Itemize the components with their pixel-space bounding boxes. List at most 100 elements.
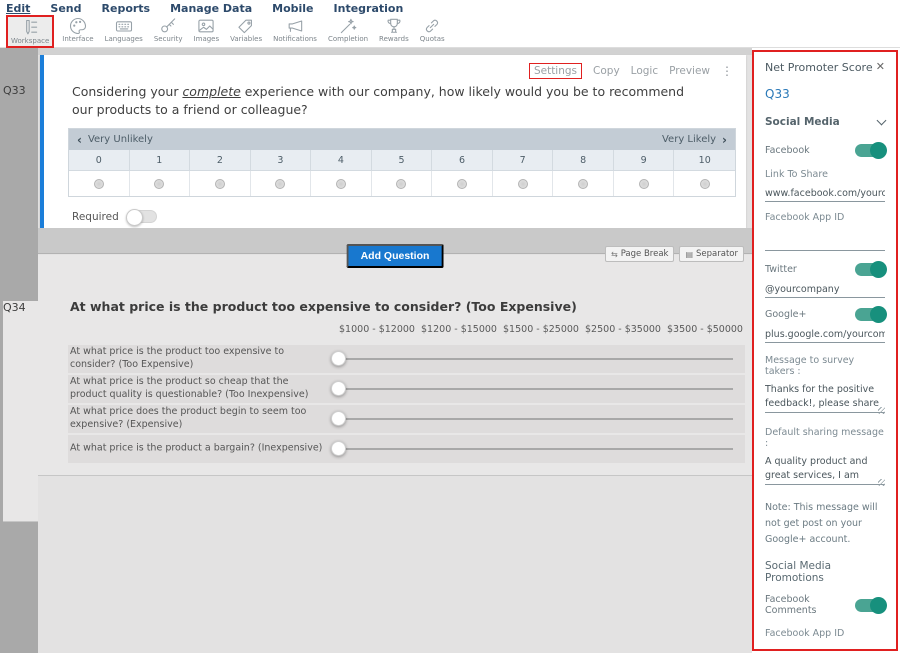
toolbar-item-label: Interface: [62, 35, 93, 43]
slider-handle-icon[interactable]: [331, 351, 346, 366]
toolbar-item-images[interactable]: Images: [191, 15, 223, 44]
logic-button[interactable]: Logic: [631, 65, 658, 77]
toolbar-item-security[interactable]: Security: [151, 15, 186, 44]
separator-button[interactable]: ▤Separator: [679, 246, 744, 262]
google-plus-input[interactable]: [765, 327, 885, 343]
google-row: Google+: [765, 308, 885, 321]
radio-icon: [639, 179, 649, 189]
q33-question-text[interactable]: Considering your complete experience wit…: [72, 83, 706, 119]
nps-radio[interactable]: [553, 171, 614, 196]
nps-number: 0: [69, 150, 130, 171]
q33-gutter-label: Q33: [3, 84, 26, 97]
google-plus-toggle[interactable]: [855, 308, 885, 321]
toolbar-item-quotas[interactable]: Quotas: [417, 15, 448, 44]
add-question-button[interactable]: Add Question: [347, 244, 444, 268]
nps-radio[interactable]: [311, 171, 372, 196]
radio-icon: [700, 179, 710, 189]
resize-handle-icon[interactable]: [878, 407, 885, 414]
toolbar-item-variables[interactable]: Variables: [227, 15, 265, 44]
q34-gutter-label: Q34: [3, 301, 38, 522]
toolbar-item-interface[interactable]: Interface: [59, 15, 96, 44]
facebook-app-id-input[interactable]: [765, 235, 885, 251]
nps-radio[interactable]: [493, 171, 554, 196]
menu-item-integration[interactable]: Integration: [334, 2, 404, 15]
toolbar-item-rewards[interactable]: Rewards: [376, 15, 412, 44]
social-media-section-header[interactable]: Social Media: [765, 116, 885, 128]
message-to-takers-textarea[interactable]: Thanks for the positive feedback!, pleas…: [765, 383, 885, 413]
twitter-label: Twitter: [765, 264, 797, 275]
default-sharing-textarea[interactable]: A quality product and great services, I …: [765, 455, 885, 485]
message-to-takers-label: Message to survey takers :: [765, 355, 885, 377]
menu-item-mobile[interactable]: Mobile: [272, 2, 313, 15]
radio-icon: [94, 179, 104, 189]
slider-row-label: At what price is the product a bargain? …: [70, 443, 328, 456]
nps-number: 2: [190, 150, 251, 171]
price-slider[interactable]: [338, 418, 733, 420]
menu-item-edit[interactable]: Edit: [6, 2, 30, 15]
copy-button[interactable]: Copy: [593, 65, 620, 77]
nps-radio[interactable]: [372, 171, 433, 196]
nps-number: 4: [311, 150, 372, 171]
radio-icon: [578, 179, 588, 189]
facebook-toggle[interactable]: [855, 144, 885, 157]
facebook-comments-toggle[interactable]: [855, 599, 885, 612]
palette-icon: [68, 16, 88, 36]
facebook-app-id2-label: Facebook App ID: [765, 628, 885, 639]
workspace-icon: [20, 18, 40, 38]
slider-handle-icon[interactable]: [331, 411, 346, 426]
twitter-handle-input[interactable]: [765, 282, 885, 298]
required-toggle[interactable]: [127, 210, 157, 223]
toolbar-item-notifications[interactable]: Notifications: [270, 15, 320, 44]
nps-radio[interactable]: [69, 171, 130, 196]
menu-item-send[interactable]: Send: [50, 2, 81, 15]
nps-scale: ‹ Very Unlikely Very Likely › 0 1 2 3 4 …: [68, 128, 736, 197]
menu-item-manage-data[interactable]: Manage Data: [170, 2, 252, 15]
close-icon[interactable]: ✕: [876, 61, 885, 72]
nps-radio[interactable]: [190, 171, 251, 196]
price-slider[interactable]: [338, 358, 733, 360]
nps-number-row: 0 1 2 3 4 5 6 7 8 9 10: [69, 150, 735, 171]
nps-right-label: Very Likely: [662, 134, 716, 145]
twitter-toggle[interactable]: [855, 263, 885, 276]
nps-radio[interactable]: [251, 171, 312, 196]
question-text-emphasis: complete: [182, 84, 240, 99]
toolbar-item-workspace[interactable]: Workspace: [6, 15, 54, 48]
price-slider[interactable]: [338, 388, 733, 390]
price-column-header: $1200 - $15000: [418, 324, 500, 335]
slider-handle-icon[interactable]: [331, 381, 346, 396]
nps-scale-header: ‹ Very Unlikely Very Likely ›: [69, 129, 735, 150]
radio-icon: [215, 179, 225, 189]
nps-number: 3: [251, 150, 312, 171]
q34-question-text[interactable]: At what price is the product too expensi…: [70, 299, 722, 314]
price-column-header: $1500 - $25000: [500, 324, 582, 335]
resize-handle-icon[interactable]: [878, 479, 885, 486]
toggle-knob: [870, 142, 887, 159]
toolbar-item-languages[interactable]: Languages: [102, 15, 146, 44]
panel-question-ref[interactable]: Q33: [765, 87, 885, 101]
link-to-share-input[interactable]: [765, 186, 885, 202]
nps-radio[interactable]: [614, 171, 675, 196]
more-options-icon[interactable]: ⋮: [721, 64, 732, 78]
page-break-button[interactable]: ⇆Page Break: [605, 246, 674, 262]
q34-column-headers: $1000 - $12000 $1200 - $15000 $1500 - $2…: [336, 324, 746, 335]
survey-editor-canvas: Settings Copy Logic Preview ⋮ Considerin…: [38, 48, 752, 653]
menu-item-reports[interactable]: Reports: [102, 2, 151, 15]
radio-icon: [396, 179, 406, 189]
radio-icon: [275, 179, 285, 189]
toolbar-item-completion[interactable]: Completion: [325, 15, 371, 44]
preview-button[interactable]: Preview: [669, 65, 710, 77]
nps-radio[interactable]: [674, 171, 735, 196]
slider-row: At what price is the product so cheap th…: [68, 375, 745, 403]
nps-radio[interactable]: [130, 171, 191, 196]
settings-button[interactable]: Settings: [529, 63, 582, 79]
edit-toolbar: Workspace Interface Languages Security I…: [0, 15, 900, 48]
trophy-icon: [384, 16, 404, 36]
nps-radio[interactable]: [432, 171, 493, 196]
slider-handle-icon[interactable]: [331, 441, 346, 456]
canvas-top-strip: [38, 48, 752, 55]
price-slider[interactable]: [338, 448, 733, 450]
megaphone-icon: [285, 16, 305, 36]
image-icon: [196, 16, 216, 36]
wand-icon: [338, 16, 358, 36]
chevron-down-icon: [877, 115, 887, 125]
